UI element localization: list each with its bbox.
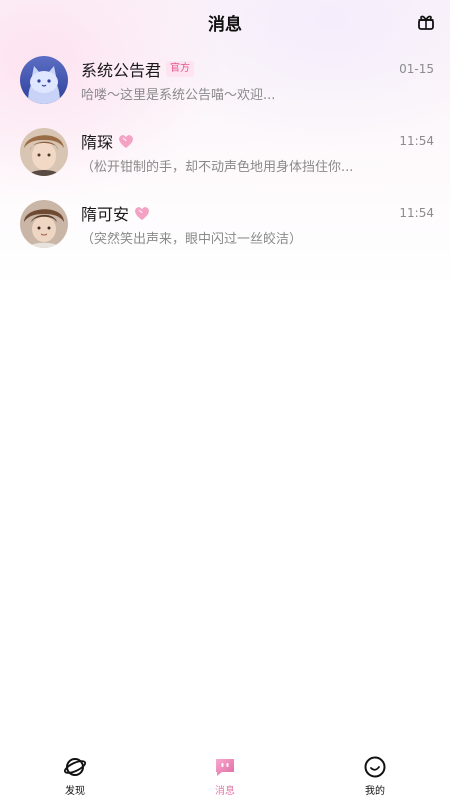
- conversation-row-system[interactable]: 系统公告君 官方 01-15 哈喽～这里是系统公告喵～欢迎...: [0, 44, 450, 116]
- official-badge: 官方: [166, 61, 195, 77]
- tab-label: 发现: [65, 786, 85, 797]
- top-bar: 消息: [0, 0, 450, 44]
- tab-label: 我的: [365, 786, 385, 797]
- conversation-time: 01-15: [399, 62, 434, 76]
- bottom-tab-bar: 发现 消息 我的: [0, 748, 450, 800]
- pink-heart-icon: [117, 133, 135, 149]
- conversation-row-suikean[interactable]: 隋可安 11:54 （突然笑出声来，眼中闪过一丝皎洁）: [0, 188, 450, 260]
- tab-profile[interactable]: 我的: [300, 748, 450, 800]
- planet-icon: [62, 754, 88, 780]
- gift-icon[interactable]: [414, 10, 438, 34]
- tab-messages[interactable]: 消息: [150, 748, 300, 800]
- cat-avatar: [20, 56, 68, 104]
- conversation-row-suichen[interactable]: 隋琛 11:54 （松开钳制的手，却不动声色地用身体挡住你...: [0, 116, 450, 188]
- chat-bubble-icon: [212, 754, 238, 780]
- conversation-list: 系统公告君 官方 01-15 哈喽～这里是系统公告喵～欢迎... 隋琛 11:5…: [0, 44, 450, 260]
- conversation-name: 隋可安: [81, 205, 130, 224]
- tab-discover[interactable]: 发现: [0, 748, 150, 800]
- pink-heart-icon: [133, 205, 151, 221]
- tab-label: 消息: [215, 786, 235, 797]
- conversation-name: 隋琛: [81, 133, 114, 152]
- conversation-time: 11:54: [399, 206, 434, 220]
- conversation-preview: 哈喽～这里是系统公告喵～欢迎...: [81, 88, 276, 103]
- character-avatar: [20, 128, 68, 176]
- conversation-name: 系统公告君: [81, 61, 162, 80]
- conversation-time: 11:54: [399, 134, 434, 148]
- character-avatar: [20, 200, 68, 248]
- page-title: 消息: [208, 14, 242, 35]
- smile-face-icon: [362, 754, 388, 780]
- conversation-preview: （松开钳制的手，却不动声色地用身体挡住你...: [81, 160, 354, 175]
- conversation-preview: （突然笑出声来，眼中闪过一丝皎洁）: [81, 232, 303, 247]
